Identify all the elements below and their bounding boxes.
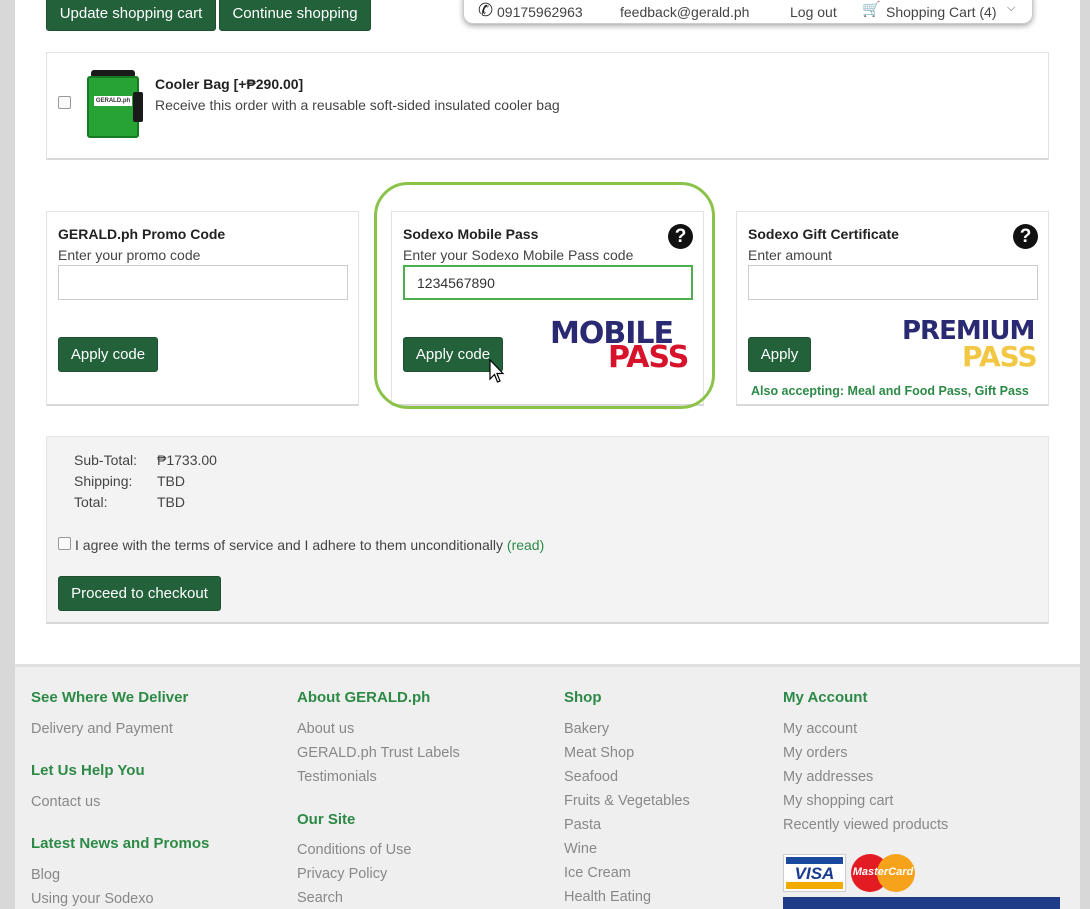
- highlight-outline: [374, 182, 715, 409]
- footer-link[interactable]: About us: [297, 721, 354, 737]
- footer-link[interactable]: Ice Cream: [564, 865, 631, 881]
- feedback-email-link[interactable]: feedback@gerald.ph: [620, 4, 749, 20]
- subtotal-value: ₱1733.00: [157, 452, 217, 468]
- sodexo-gift-certificate-title: Sodexo Gift Certificate: [748, 226, 899, 242]
- terms-label: I agree with the terms of service and I …: [75, 537, 504, 553]
- footer-link[interactable]: Pasta: [564, 817, 601, 833]
- apply-promo-code-button[interactable]: Apply code: [58, 337, 158, 372]
- footer-link[interactable]: Bakery: [564, 721, 609, 737]
- shipping-label: Shipping:: [74, 473, 133, 489]
- proceed-to-checkout-button[interactable]: Proceed to checkout: [58, 576, 221, 611]
- promo-code-input[interactable]: [58, 265, 348, 300]
- top-navigation-bar: ✆ 09175962963 feedback@gerald.ph Log out…: [463, 0, 1033, 24]
- sodexo-gift-certificate-panel: Sodexo Gift Certificate ? Enter amount A…: [736, 211, 1049, 406]
- cooler-bag-logo-text: GERALD.ph: [94, 96, 132, 106]
- footer-heading-shop: Shop: [564, 689, 602, 706]
- footer-link[interactable]: Search: [297, 890, 343, 906]
- footer-link[interactable]: Seafood: [564, 769, 618, 785]
- footer-link-delivery-payment[interactable]: Delivery and Payment: [31, 721, 173, 737]
- footer-link[interactable]: Recently viewed products: [783, 817, 948, 833]
- footer-heading-deliver[interactable]: See Where We Deliver: [31, 689, 188, 706]
- footer-link-blog[interactable]: Blog: [31, 867, 60, 883]
- terms-text: I agree with the terms of service and I …: [75, 537, 544, 553]
- footer-heading-about: About GERALD.ph: [297, 689, 431, 706]
- cooler-bag-panel: GERALD.ph Cooler Bag [+₱290.00] Receive …: [46, 52, 1049, 160]
- cart-icon: 🛒: [862, 1, 881, 18]
- cooler-bag-description: Receive this order with a reusable soft-…: [155, 97, 560, 113]
- mastercard-icon: MasterCard: [851, 854, 915, 892]
- totals-panel: Sub-Total: ₱1733.00 Shipping: TBD Total:…: [46, 436, 1049, 624]
- visa-card-icon: VISA: [783, 854, 846, 892]
- footer-link[interactable]: Health Eating: [564, 889, 651, 905]
- footer-link-sodexo[interactable]: Using your Sodexo: [31, 891, 154, 907]
- premium-pass-logo-bottom: PASS: [962, 340, 1038, 373]
- footer-link[interactable]: Privacy Policy: [297, 866, 387, 882]
- cooler-bag-image: GERALD.ph: [87, 70, 145, 140]
- sodexo-gift-amount-label: Enter amount: [748, 247, 833, 263]
- footer-link[interactable]: My orders: [783, 745, 847, 761]
- help-icon[interactable]: ?: [1013, 224, 1038, 249]
- footer-heading-news: Latest News and Promos: [31, 835, 210, 852]
- subtotal-label: Sub-Total:: [74, 452, 138, 468]
- sodexo-gift-amount-input[interactable]: [748, 265, 1038, 300]
- also-accepting-note: Also accepting: Meal and Food Pass, Gift…: [751, 384, 1029, 398]
- total-label: Total:: [74, 494, 108, 510]
- footer-link[interactable]: My account: [783, 721, 857, 737]
- footer-heading-our-site: Our Site: [297, 811, 356, 828]
- phone-number[interactable]: 09175962963: [497, 4, 583, 20]
- terms-checkbox[interactable]: [58, 537, 71, 550]
- footer-link[interactable]: Fruits & Vegetables: [564, 793, 690, 809]
- promo-code-label: Enter your promo code: [58, 247, 201, 263]
- footer-link[interactable]: Conditions of Use: [297, 842, 411, 858]
- footer-link[interactable]: Meat Shop: [564, 745, 634, 761]
- page: Update shopping cart Continue shopping ✆…: [15, 0, 1080, 909]
- mouse-cursor-icon: [489, 359, 505, 383]
- footer-link[interactable]: Wine: [564, 841, 597, 857]
- visa-label: VISA: [794, 864, 835, 883]
- shopping-cart-link[interactable]: Shopping Cart (4): [886, 4, 997, 20]
- chevron-down-icon: ⌵: [1007, 2, 1016, 14]
- footer: See Where We Deliver Delivery and Paymen…: [15, 664, 1080, 909]
- premium-pass-logo: PREMIUM PASS: [902, 316, 1042, 374]
- total-value: TBD: [157, 494, 185, 510]
- mastercard-label: MasterCard: [852, 866, 914, 878]
- terms-read-link[interactable]: (read): [507, 537, 544, 553]
- footer-heading-help: Let Us Help You: [31, 762, 145, 779]
- cooler-bag-title: Cooler Bag [+₱290.00]: [155, 76, 304, 92]
- footer-link[interactable]: My addresses: [783, 769, 873, 785]
- logout-link[interactable]: Log out: [790, 4, 837, 20]
- cooler-bag-checkbox[interactable]: [58, 96, 71, 109]
- shipping-value: TBD: [157, 473, 185, 489]
- footer-link[interactable]: My shopping cart: [783, 793, 893, 809]
- footer-link[interactable]: Testimonials: [297, 769, 377, 785]
- footer-link[interactable]: GERALD.ph Trust Labels: [297, 745, 460, 761]
- continue-shopping-button[interactable]: Continue shopping: [219, 0, 371, 31]
- card-banner: [783, 897, 1060, 909]
- update-cart-button[interactable]: Update shopping cart: [46, 0, 216, 31]
- footer-heading-account: My Account: [783, 689, 868, 706]
- promo-code-panel: GERALD.ph Promo Code Enter your promo co…: [46, 211, 359, 406]
- footer-link-contact[interactable]: Contact us: [31, 794, 100, 810]
- phone-icon: ✆: [478, 0, 494, 20]
- apply-gift-certificate-button[interactable]: Apply: [748, 337, 811, 372]
- promo-code-title: GERALD.ph Promo Code: [58, 226, 226, 242]
